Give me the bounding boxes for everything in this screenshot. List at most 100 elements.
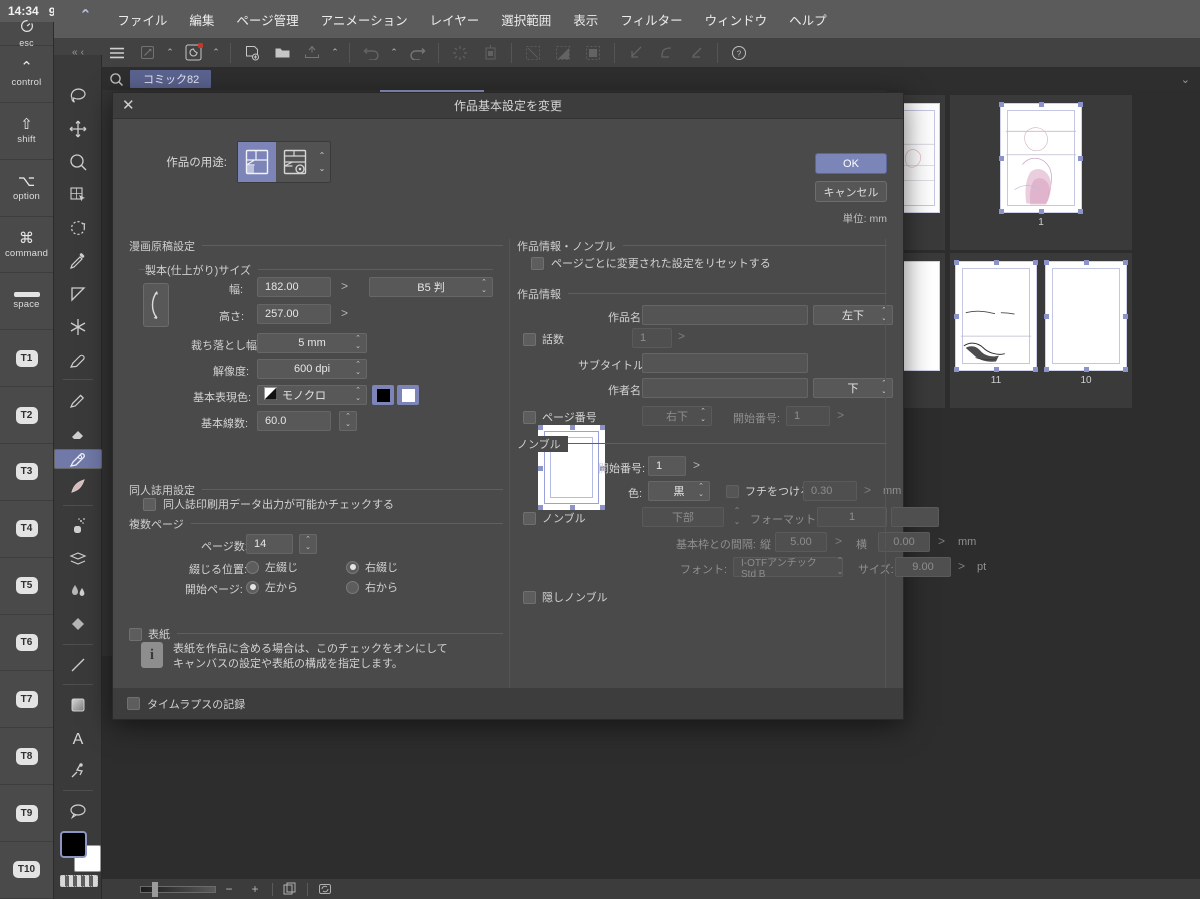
binding-left-radio-row[interactable]: 左綴じ: [246, 559, 298, 575]
foreground-color-chip[interactable]: [59, 831, 87, 858]
page-thumbnail-10[interactable]: [1044, 260, 1128, 372]
menu-layer[interactable]: レイヤー: [419, 10, 491, 29]
search-icon[interactable]: [102, 72, 130, 87]
open-folder-icon[interactable]: [267, 38, 297, 68]
fill-pen-icon[interactable]: [54, 343, 102, 376]
close-icon[interactable]: ✕: [122, 97, 135, 115]
page-cell-1[interactable]: 1: [950, 95, 1132, 250]
hamburger-menu-icon[interactable]: [102, 38, 132, 68]
binding-right-radio-row[interactable]: 右綴じ: [346, 559, 398, 575]
title-input[interactable]: [642, 305, 808, 325]
undo-icon[interactable]: [356, 38, 386, 68]
edge-value-input[interactable]: 0.30: [803, 481, 857, 501]
pagenum-position-select[interactable]: 右下 ⌃ ⌄: [642, 406, 712, 426]
ok-button[interactable]: OK: [815, 153, 887, 174]
nombre-checkbox[interactable]: [523, 511, 536, 525]
purpose-selector[interactable]: ⌃ ⌄: [237, 141, 331, 183]
linecount-input[interactable]: 60.0: [257, 411, 331, 431]
key-control[interactable]: ⌃ control: [0, 46, 53, 103]
pen-tool-icon[interactable]: [53, 449, 102, 469]
key-space[interactable]: space: [0, 273, 53, 331]
colormode-select[interactable]: モノクロ ⌃ ⌄: [257, 385, 367, 405]
line-icon[interactable]: [54, 648, 102, 681]
chevron-updown-icon-2[interactable]: ⌃: [208, 38, 224, 68]
height-arrow[interactable]: >: [341, 306, 348, 320]
blur-icon[interactable]: [54, 575, 102, 608]
transparent-chip[interactable]: [59, 875, 98, 887]
paper-preset-select[interactable]: B5 判 ⌃ ⌄: [369, 277, 493, 297]
swatch-white-button[interactable]: [397, 385, 419, 405]
key-esc[interactable]: esc: [0, 19, 53, 48]
size-arrow[interactable]: >: [958, 559, 965, 573]
author-input[interactable]: [642, 378, 808, 398]
startnum-arrow-workinfo[interactable]: >: [837, 408, 844, 422]
menu-window[interactable]: ウィンドウ: [694, 10, 779, 29]
binding-left-radio[interactable]: [246, 560, 259, 574]
doujin-check-row[interactable]: 同人誌印刷用データ出力が可能かチェックする: [143, 496, 394, 512]
timelapse-checkbox[interactable]: [127, 697, 140, 710]
balloon-tail-icon[interactable]: [54, 754, 102, 787]
brush-size-icon[interactable]: [132, 38, 162, 68]
height-input[interactable]: 257.00: [257, 304, 331, 324]
font-spinner[interactable]: ⌃ ⌄: [832, 556, 848, 576]
key-t10[interactable]: T10: [0, 842, 53, 899]
hidden-nombre-checkbox[interactable]: [523, 590, 536, 604]
save-icon[interactable]: [297, 38, 327, 68]
width-arrow[interactable]: >: [341, 279, 348, 293]
menu-edit[interactable]: 編集: [178, 10, 225, 29]
help-icon[interactable]: ?: [724, 38, 754, 68]
subtitle-input[interactable]: [642, 353, 808, 373]
decoration-icon[interactable]: [54, 542, 102, 575]
menu-file[interactable]: ファイル: [106, 10, 178, 29]
menu-filter[interactable]: フィルター: [609, 10, 693, 29]
zoom-out-button[interactable]: −: [216, 879, 242, 899]
edge-arrow[interactable]: >: [864, 483, 871, 497]
rotate-icon[interactable]: [54, 211, 102, 244]
key-t5[interactable]: T5: [0, 558, 53, 615]
margin-v-arrow[interactable]: >: [835, 534, 842, 548]
sparkle-icon[interactable]: [54, 310, 102, 343]
margin-h-arrow[interactable]: >: [938, 534, 945, 548]
ruler-icon[interactable]: [54, 277, 102, 310]
size-input[interactable]: 9.00: [895, 557, 951, 577]
author-position-select[interactable]: 下 ⌃⌄: [813, 378, 893, 398]
episode-arrow[interactable]: >: [678, 329, 685, 343]
new-document-icon[interactable]: [237, 38, 267, 68]
zoom-in-button[interactable]: +: [242, 879, 268, 899]
page-thumbnail-1[interactable]: [999, 102, 1083, 214]
zoom-slider-knob[interactable]: [152, 881, 158, 897]
nombre-check-row[interactable]: ノンブル: [523, 510, 586, 526]
swatch-black-button[interactable]: [372, 385, 394, 405]
eyedropper-icon[interactable]: [54, 244, 102, 277]
comic-page-icon[interactable]: [238, 142, 276, 182]
purpose-spinner[interactable]: ⌃ ⌄: [314, 142, 330, 182]
page-thumbnail-11[interactable]: [954, 260, 1038, 372]
pagenum-checkbox[interactable]: [523, 410, 536, 424]
key-t1[interactable]: T1: [0, 330, 53, 388]
eraser-icon[interactable]: [54, 416, 102, 449]
cancel-button[interactable]: キャンセル: [815, 181, 887, 202]
key-t4[interactable]: T4: [0, 501, 53, 558]
chevron-updown-icon-3[interactable]: ⌃: [327, 38, 343, 68]
bleed-select[interactable]: 5 mm ⌃ ⌄: [257, 333, 367, 353]
key-t8[interactable]: T8: [0, 728, 53, 786]
format-extra-input[interactable]: [891, 507, 939, 527]
tab-comic82[interactable]: close-icon コミック82: [130, 70, 212, 88]
start-right-radio-row[interactable]: 右から: [346, 579, 398, 595]
doujin-checkbox[interactable]: [143, 497, 156, 511]
width-input[interactable]: 182.00: [257, 277, 331, 297]
duplicate-layer-icon[interactable]: [277, 879, 303, 899]
refresh-icon[interactable]: [312, 879, 338, 899]
menu-page-management[interactable]: ページ管理: [225, 10, 309, 29]
nombre-position-select[interactable]: 下部: [642, 507, 724, 527]
magnifier-icon[interactable]: [54, 145, 102, 178]
timelapse-bar[interactable]: タイムラプスの記録: [112, 688, 904, 720]
resolution-select[interactable]: 600 dpi ⌃ ⌄: [257, 359, 367, 379]
edge-checkbox[interactable]: [726, 484, 739, 498]
margin-v-input[interactable]: 5.00: [775, 532, 827, 552]
object-select-icon[interactable]: [54, 178, 102, 211]
nombre-color-select[interactable]: 黒 ⌃ ⌄: [648, 481, 710, 501]
airbrush-icon[interactable]: [54, 509, 102, 542]
reset-checkbox[interactable]: [531, 256, 544, 270]
start-right-radio[interactable]: [346, 580, 359, 594]
